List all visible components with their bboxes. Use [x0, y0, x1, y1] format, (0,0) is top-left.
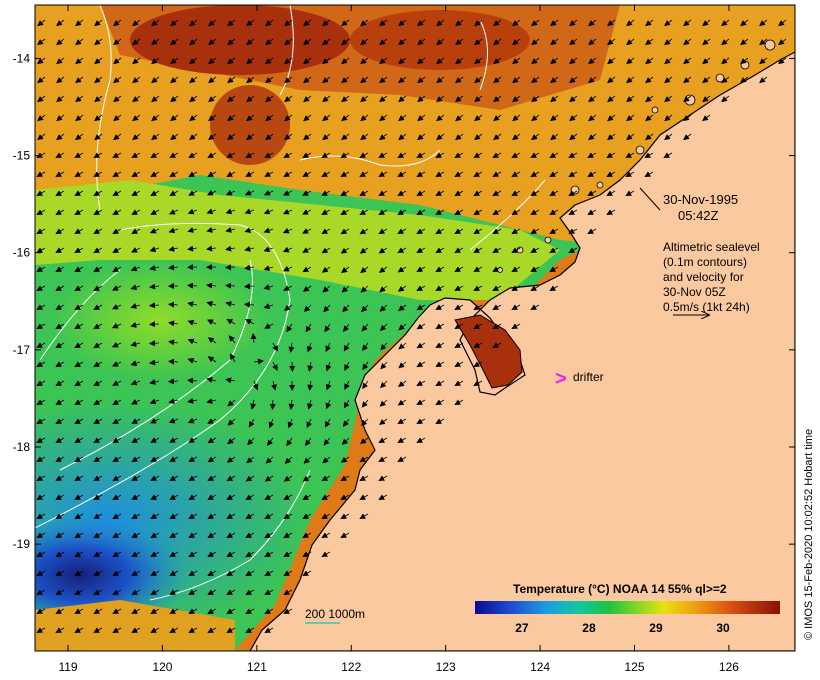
sealevel-line-2: (0.1m contours) — [663, 255, 747, 269]
lon-tick-label: 120 — [152, 660, 172, 674]
sealevel-line-3: and velocity for — [663, 270, 744, 284]
colorbar-title: Temperature (°C) NOAA 14 55% ql>=2 — [513, 582, 727, 596]
colorbar-label: 30 — [716, 621, 730, 635]
lon-tick-label: 121 — [247, 660, 267, 674]
lat-tick-label: -19 — [13, 537, 31, 551]
sealevel-line-1: Altimetric sealevel — [663, 240, 760, 254]
sst-map: 119 120 121 122 123 124 125 126 -14 -15 -16 -17 -18… — [13, 4, 815, 674]
lon-tick-label: 126 — [719, 660, 739, 674]
velocity-arrow — [225, 264, 236, 271]
colorbar-label: 29 — [649, 621, 663, 635]
lat-tick-label: -16 — [13, 246, 31, 260]
lat-tick-label: -15 — [13, 149, 31, 163]
drifter-symbol-icon: > — [555, 368, 567, 390]
lon-tick-label: 124 — [530, 660, 550, 674]
colorbar-label: 27 — [515, 621, 529, 635]
lon-tick-label: 123 — [436, 660, 456, 674]
depth-contour-label: 200 1000m — [305, 607, 365, 621]
lat-tick-label: -17 — [13, 343, 31, 357]
lon-tick-label: 122 — [341, 660, 361, 674]
colorbar-gradient — [475, 601, 780, 614]
velocity-arrow — [149, 340, 160, 347]
date-label: 30-Nov-1995 — [663, 192, 738, 207]
sealevel-line-4: 30-Nov 05Z — [663, 285, 726, 299]
lon-tick-label: 125 — [624, 660, 644, 674]
lat-tick-label: -14 — [13, 51, 31, 65]
lon-tick-label: 119 — [58, 660, 77, 674]
velocity-arrow — [269, 399, 276, 410]
colorbar-label: 28 — [582, 621, 596, 635]
hot-core-west — [130, 5, 350, 75]
credit-text: © IMOS 15-Feb-2020 10:02:52 Hobart time — [803, 429, 815, 640]
lat-tick-label: -18 — [13, 440, 31, 454]
drifter-label: drifter — [573, 370, 604, 384]
warm-eddy — [210, 85, 290, 165]
plot-area — [35, 5, 795, 651]
sealevel-line-5: 0.5m/s (1kt 24h) — [663, 300, 750, 314]
time-label: 05:42Z — [678, 208, 719, 223]
